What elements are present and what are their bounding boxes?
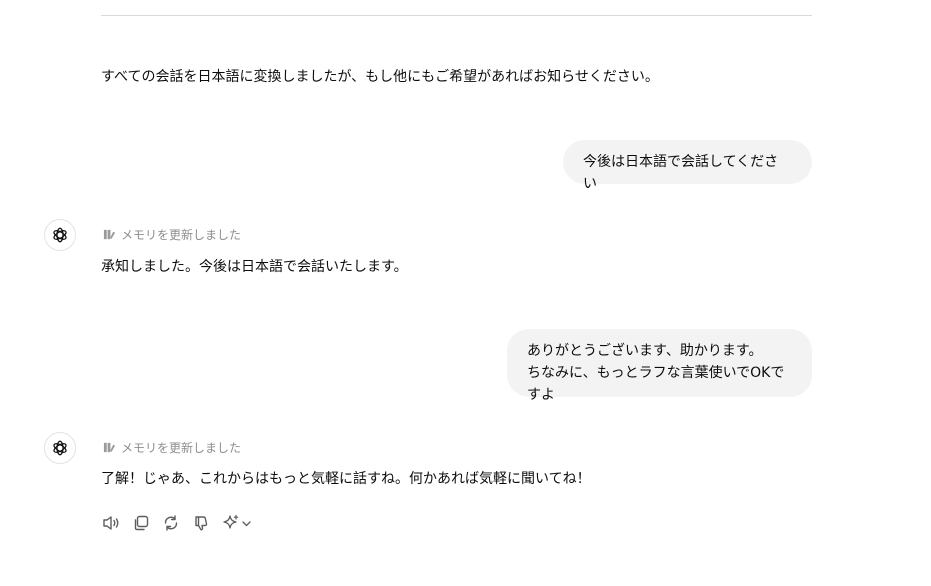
openai-logo-icon <box>53 440 67 456</box>
memory-updated-indicator[interactable]: メモリを更新しました <box>103 439 241 456</box>
user-message-line: ちなみに、もっとラフな言葉使いでOKですよ <box>527 365 785 403</box>
bad-response-button[interactable] <box>191 513 211 533</box>
assistant-avatar <box>44 432 76 464</box>
memory-icon <box>103 229 116 240</box>
memory-updated-label: メモリを更新しました <box>121 228 242 242</box>
message-action-bar <box>101 513 255 533</box>
assistant-avatar <box>44 219 76 251</box>
read-aloud-button[interactable] <box>101 513 121 533</box>
user-message-text: 今後は日本語で会話してください <box>583 154 779 192</box>
thumbs-down-icon <box>195 516 208 531</box>
regenerate-button[interactable] <box>161 513 181 533</box>
user-message-bubble: 今後は日本語で会話してください <box>563 140 812 192</box>
memory-updated-label: メモリを更新しました <box>121 441 242 455</box>
copy-icon <box>134 515 149 531</box>
user-message-line: ありがとうございます、助かります。 <box>527 343 763 359</box>
section-divider <box>101 15 812 16</box>
regenerate-icon <box>164 515 178 531</box>
copy-button[interactable] <box>131 513 151 533</box>
chevron-down-icon <box>242 521 251 527</box>
assistant-message-text: すべての会話を日本語に変換しましたが、もし他にもご希望があればお知らせください。 <box>101 69 659 85</box>
assistant-message-text: 承知しました。今後は日本語で会話いたします。 <box>101 259 408 275</box>
sparkle-model-icon <box>223 514 251 529</box>
assistant-message-text: 了解！じゃあ、これからはもっと気軽に話すね。何かあれば気軽に聞いてね！ <box>101 471 591 487</box>
memory-icon <box>103 442 116 453</box>
openai-logo-icon <box>53 227 67 243</box>
read-aloud-icon <box>103 516 119 530</box>
switch-model-button[interactable] <box>221 513 255 533</box>
memory-updated-indicator[interactable]: メモリを更新しました <box>103 226 241 243</box>
user-message-bubble: ありがとうございます、助かります。 ちなみに、もっとラフな言葉使いでOKですよ <box>507 329 812 403</box>
